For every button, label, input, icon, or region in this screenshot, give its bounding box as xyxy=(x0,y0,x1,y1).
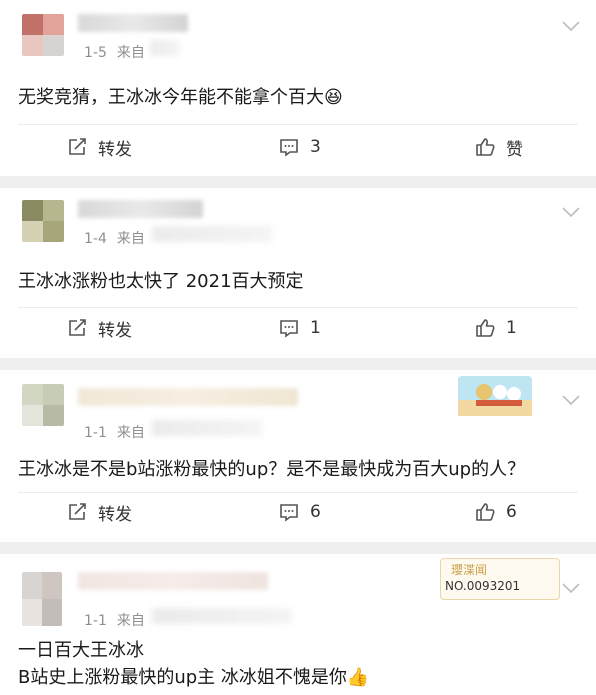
action-bar: 转发 1 1 xyxy=(0,308,596,348)
comment-icon xyxy=(280,320,298,338)
chevron-down-icon[interactable] xyxy=(562,206,580,218)
source-blurred xyxy=(152,420,262,436)
comment-meta: 1-1 来自 xyxy=(84,422,155,442)
comment-date: 1-1 xyxy=(84,425,107,441)
source-prefix: 来自 xyxy=(116,613,145,629)
repost-button[interactable]: 转发 xyxy=(66,492,132,532)
username-blurred[interactable] xyxy=(78,388,298,406)
like-button[interactable]: 6 xyxy=(474,492,517,532)
fan-badge: 瓔渫闻 NO.0093201 xyxy=(440,558,560,600)
card-separator xyxy=(0,358,596,370)
source-blurred xyxy=(152,608,292,624)
comment-text: 王冰冰是不是b站涨粉最快的up？是不是最快成为百大up的人？ xyxy=(18,459,526,480)
repost-label: 转发 xyxy=(98,320,132,341)
source-prefix: 来自 xyxy=(116,45,145,61)
action-bar: 转发 3 赞 xyxy=(0,127,596,167)
repost-label: 转发 xyxy=(98,504,132,525)
comment-button[interactable]: 3 xyxy=(278,127,321,167)
username-blurred[interactable] xyxy=(78,572,268,590)
repost-icon xyxy=(69,319,86,336)
card-separator xyxy=(0,542,596,554)
comment-meta: 1-1 来自 xyxy=(84,610,155,630)
avatar[interactable] xyxy=(22,572,62,626)
card-separator xyxy=(0,176,596,188)
comment-card: 1-5 来自 无奖竞猜，王冰冰今年能不能拿个百大😆 转发 3 赞 xyxy=(0,0,596,176)
comment-card: 1-1 来自 王冰冰是不是b站涨粉最快的up？是不是最快成为百大up的人？ 转发 … xyxy=(0,370,596,542)
username-blurred[interactable] xyxy=(78,200,203,218)
like-count: 1 xyxy=(506,318,517,338)
comment-button[interactable]: 6 xyxy=(278,492,321,532)
source-prefix: 来自 xyxy=(116,425,145,441)
fan-badge-number: NO.0093201 xyxy=(445,579,521,593)
like-count: 6 xyxy=(506,502,517,522)
repost-label: 转发 xyxy=(98,139,132,160)
like-button[interactable]: 赞 xyxy=(474,127,523,167)
repost-icon xyxy=(69,138,86,155)
thumbs-up-icon xyxy=(476,138,495,156)
thumbs-up-icon xyxy=(476,503,495,521)
like-button[interactable]: 1 xyxy=(474,308,517,348)
comment-count: 6 xyxy=(310,502,321,522)
action-bar: 转发 6 6 xyxy=(0,492,596,532)
comment-date: 1-1 xyxy=(84,613,107,629)
repost-button[interactable]: 转发 xyxy=(66,308,132,348)
chevron-down-icon[interactable] xyxy=(562,394,580,406)
comment-text-line-2: B站史上涨粉最快的up主 冰冰姐不愧是你👍 xyxy=(18,667,370,688)
comment-date: 1-4 xyxy=(84,231,107,247)
comment-text: 无奖竞猜，王冰冰今年能不能拿个百大😆 xyxy=(18,87,343,108)
comment-count: 1 xyxy=(310,318,321,338)
source-blurred xyxy=(152,226,272,242)
avatar[interactable] xyxy=(22,384,64,426)
comment-icon xyxy=(280,504,298,522)
source-blurred xyxy=(150,40,180,56)
comment-feed: 1-5 来自 无奖竞猜，王冰冰今年能不能拿个百大😆 转发 3 赞 1-4 来自 … xyxy=(0,0,596,691)
comment-text: 王冰冰涨粉也太快了 2021百大预定 xyxy=(18,271,304,292)
comment-card: 1-1 来自 瓔渫闻 NO.0093201 一日百大王冰冰 B站史上涨粉最快的up… xyxy=(0,554,596,691)
chevron-down-icon[interactable] xyxy=(562,582,580,594)
comment-meta: 1-4 来自 xyxy=(84,228,155,248)
comment-text-line-1: 一日百大王冰冰 xyxy=(18,640,144,661)
comment-icon xyxy=(280,139,298,157)
fan-badge-title: 瓔渫闻 xyxy=(451,563,488,577)
thumbs-up-icon xyxy=(476,319,495,337)
card-decoration-image xyxy=(458,376,532,416)
avatar[interactable] xyxy=(22,14,64,56)
source-prefix: 来自 xyxy=(116,231,145,247)
chevron-down-icon[interactable] xyxy=(562,20,580,32)
avatar[interactable] xyxy=(22,200,64,242)
comment-date: 1-5 xyxy=(84,45,107,61)
comment-card: 1-4 来自 王冰冰涨粉也太快了 2021百大预定 转发 1 1 xyxy=(0,188,596,358)
username-blurred[interactable] xyxy=(78,14,188,32)
comment-meta: 1-5 来自 xyxy=(84,42,155,62)
repost-icon xyxy=(69,503,86,520)
like-label: 赞 xyxy=(506,139,523,160)
divider xyxy=(18,124,578,125)
comment-count: 3 xyxy=(310,137,321,157)
repost-button[interactable]: 转发 xyxy=(66,127,132,167)
comment-button[interactable]: 1 xyxy=(278,308,321,348)
